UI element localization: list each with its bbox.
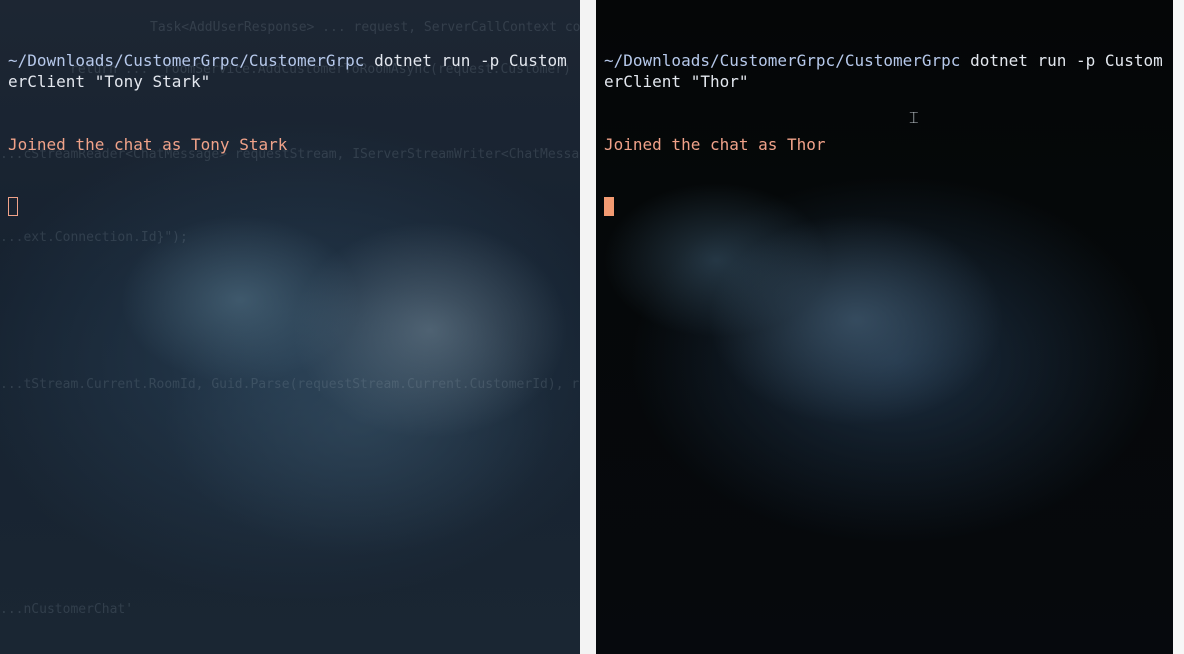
screen: Task<AddUserResponse> ... request, Serve… xyxy=(0,0,1184,654)
terminal-output[interactable]: ~/Downloads/CustomerGrpc/CustomerGrpc do… xyxy=(8,8,572,260)
terminal-output[interactable]: ~/Downloads/CustomerGrpc/CustomerGrpc do… xyxy=(604,8,1165,260)
prompt-separator: / xyxy=(239,51,249,70)
prompt-path: ~/Downloads/CustomerGrpc xyxy=(8,51,240,70)
right-terminal-pane[interactable]: ~/Downloads/CustomerGrpc/CustomerGrpc do… xyxy=(596,0,1173,654)
prompt-line: ~/Downloads/CustomerGrpc/CustomerGrpc do… xyxy=(8,50,572,92)
window-edge xyxy=(1173,0,1184,654)
prompt-separator: / xyxy=(835,51,845,70)
block-cursor-icon xyxy=(8,197,18,216)
prompt-project: CustomerGrpc xyxy=(844,51,961,70)
ghost-code-line: ...tStream.Current.RoomId, Guid.Parse(re… xyxy=(0,377,580,392)
input-line[interactable] xyxy=(604,197,1165,218)
pane-divider[interactable] xyxy=(580,0,596,654)
ghost-code-line: ...nCustomerChat' xyxy=(0,602,134,617)
block-cursor-icon xyxy=(604,197,614,216)
prompt-project: CustomerGrpc xyxy=(248,51,365,70)
output-line: Joined the chat as Thor xyxy=(604,135,826,154)
prompt-path: ~/Downloads/CustomerGrpc xyxy=(604,51,836,70)
output-line: Joined the chat as Tony Stark xyxy=(8,135,288,154)
left-terminal-pane[interactable]: Task<AddUserResponse> ... request, Serve… xyxy=(0,0,580,654)
input-line[interactable] xyxy=(8,197,572,218)
ibeam-icon: ⌶ xyxy=(909,108,919,127)
prompt-line: ~/Downloads/CustomerGrpc/CustomerGrpc do… xyxy=(604,50,1165,92)
